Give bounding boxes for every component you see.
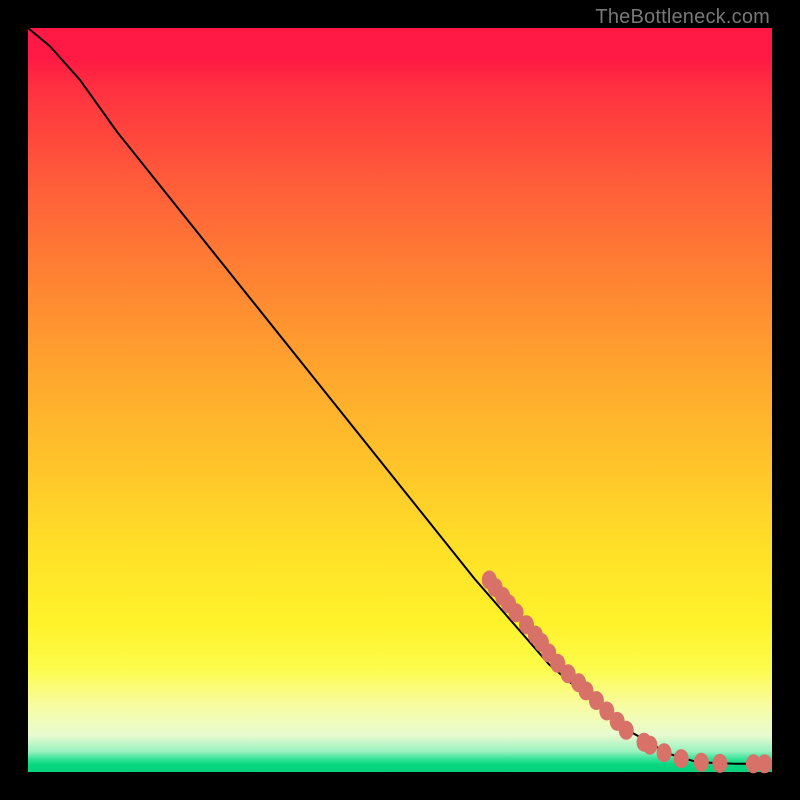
data-marker xyxy=(619,721,634,740)
data-marker xyxy=(657,743,672,762)
curve-line xyxy=(28,28,772,764)
data-marker xyxy=(694,753,709,772)
attribution-text: TheBottleneck.com xyxy=(595,6,770,29)
data-markers xyxy=(482,571,772,774)
data-marker xyxy=(712,754,727,773)
chart-frame: TheBottleneck.com xyxy=(0,0,800,800)
data-marker xyxy=(643,736,658,755)
data-marker xyxy=(757,754,772,773)
plot-area xyxy=(28,28,772,772)
chart-svg xyxy=(28,28,772,772)
data-marker xyxy=(674,749,689,768)
